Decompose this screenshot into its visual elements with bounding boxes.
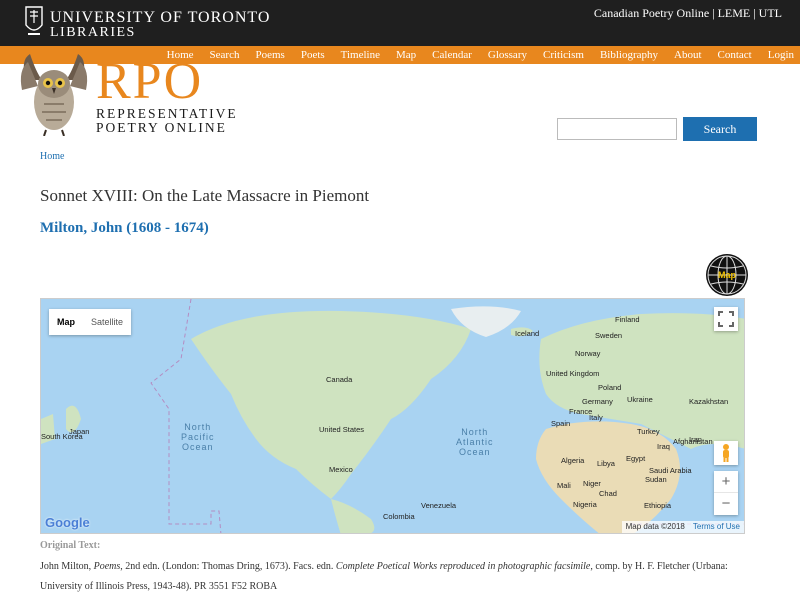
fullscreen-icon (718, 311, 734, 327)
street-view-pegman[interactable] (714, 441, 738, 465)
map-label-libya: Libya (597, 459, 615, 468)
ocean-atlantic-line1: North (461, 427, 489, 437)
map-label-sweden: Sweden (595, 331, 623, 340)
ocean-pacific-line3: Ocean (181, 442, 214, 452)
citation-facsimile-title: Complete Poetical Works reproduced in ph… (335, 561, 591, 572)
original-text-label: Original Text: (40, 540, 101, 551)
ocean-atlantic-line3: Ocean (458, 447, 491, 457)
ocean-pacific-line1: North (184, 422, 212, 432)
citation-part1: John Milton, (40, 561, 94, 572)
nav-item-search[interactable]: Search (210, 48, 240, 62)
university-name[interactable]: UNIVERSITY OF TORONTO LIBRARIES (50, 9, 271, 41)
terms-of-use-link[interactable]: Terms of Use (693, 521, 740, 533)
nav-item-calendar[interactable]: Calendar (432, 48, 472, 62)
ocean-pacific-line2: Pacific (181, 432, 215, 442)
zoom-controls: + − (714, 471, 738, 515)
map-label-germany: Germany (582, 397, 613, 406)
university-crest-icon[interactable] (24, 3, 44, 41)
map-label-iraq: Iraq (657, 442, 670, 451)
ocean-label-pacific: North Pacific Ocean (181, 422, 215, 452)
search-input[interactable] (557, 118, 677, 140)
poem-title: Sonnet XVIII: On the Late Massacre in Pi… (40, 186, 370, 205)
map-label-mexico: Mexico (329, 465, 353, 474)
map-label-norway: Norway (575, 349, 601, 358)
zoom-out-button[interactable]: − (714, 493, 738, 515)
map-label-canada: Canada (326, 375, 353, 384)
map-label-colombia: Colombia (383, 512, 415, 521)
nav-item-timeline[interactable]: Timeline (341, 48, 380, 62)
fullscreen-button[interactable] (714, 307, 738, 331)
map-label-ethiopia: Ethiopia (644, 501, 672, 510)
map-label-niger: Niger (583, 479, 601, 488)
nav-item-map[interactable]: Map (396, 48, 416, 62)
google-logo[interactable]: Google (45, 515, 90, 530)
map-label-ukraine: Ukraine (627, 395, 653, 404)
rpo-subtitle-line1: REPRESENTATIVE (96, 106, 238, 121)
map-label-chad: Chad (599, 489, 617, 498)
rpo-subtitle-line2: POETRY ONLINE (96, 120, 227, 135)
pegman-icon (723, 444, 729, 462)
rpo-logo-subtitle[interactable]: REPRESENTATIVE POETRY ONLINE (96, 107, 238, 135)
nav-list: Home Search Poems Poets Timeline Map Calendar G… (151, 48, 794, 62)
map-label-egypt: Egypt (626, 454, 646, 463)
nav-item-glossary[interactable]: Glossary (488, 48, 527, 62)
globe-map-icon[interactable]: Map (705, 253, 749, 297)
citation-poems-title: Poems (93, 561, 121, 572)
map-label-iceland: Iceland (515, 329, 540, 338)
citation-part3: , 2nd edn. (London: Thomas Dring, 1673).… (120, 561, 336, 572)
ocean-label-atlantic: North Atlantic Ocean (456, 427, 494, 457)
map-label-finland: Finland (615, 315, 640, 324)
search-button[interactable]: Search (683, 117, 757, 141)
nav-item-contact[interactable]: Contact (718, 48, 752, 62)
top-links[interactable]: Canadian Poetry Online | LEME | UTL (594, 6, 782, 21)
map-base-layer[interactable] (41, 299, 745, 534)
breadcrumb-home[interactable]: Home (40, 151, 64, 162)
map-label-mali: Mali (557, 481, 571, 490)
map-label-united-kingdom: United Kingdom (546, 369, 600, 378)
map-label-afghanistan: Afghanistan (673, 437, 713, 446)
zoom-in-button[interactable]: + (714, 471, 738, 493)
nav-item-login[interactable]: Login (768, 48, 794, 62)
map-label-spain: Spain (551, 419, 571, 428)
map-label-sudan: Sudan (645, 475, 667, 484)
map-label-italy: Italy (589, 413, 603, 422)
nav-item-poets[interactable]: Poets (301, 48, 325, 62)
nav-item-about[interactable]: About (674, 48, 702, 62)
globe-map-label: Map (718, 270, 737, 280)
top-links-text[interactable]: Canadian Poetry Online | LEME | UTL (594, 6, 782, 20)
map-type-toggle: Map Satellite (49, 309, 132, 335)
map-label-nigeria: Nigeria (573, 500, 597, 509)
map-label-kazakhstan: Kazakhstan (689, 397, 729, 406)
map-label-south-korea: South Korea (41, 432, 83, 441)
university-name-line2: LIBRARIES (50, 25, 136, 40)
map-attribution: Map data ©2018 Terms of Use (621, 521, 744, 533)
map-label-algeria: Algeria (561, 456, 585, 465)
university-header-bar: UNIVERSITY OF TORONTO LIBRARIES Canadian… (0, 0, 800, 46)
rpo-logo-title[interactable]: RPO (96, 56, 203, 108)
map-type-map-button[interactable]: Map (49, 309, 83, 335)
university-name-line1: UNIVERSITY OF TORONTO (50, 9, 271, 26)
ocean-atlantic-line2: Atlantic (456, 437, 494, 447)
owl-logo-icon[interactable] (18, 50, 90, 136)
original-text-citation: John Milton, Poems, 2nd edn. (London: Th… (40, 557, 740, 597)
nav-item-criticism[interactable]: Criticism (543, 48, 584, 62)
map-label-saudi-arabia: Saudi Arabia (649, 466, 692, 475)
poet-name-link[interactable]: Milton, John (1608 - 1674) (40, 220, 209, 237)
nav-item-bibliography[interactable]: Bibliography (600, 48, 658, 62)
map-label-poland: Poland (598, 383, 622, 392)
map-label-turkey: Turkey (637, 427, 660, 436)
map-widget[interactable]: Finland Iceland Sweden Norway United Kingdom… (40, 298, 745, 534)
map-data-text: Map data ©2018 (625, 522, 685, 531)
map-label-united-states: United States (319, 425, 365, 434)
map-label-venezuela: Venezuela (421, 501, 457, 510)
map-type-satellite-button[interactable]: Satellite (83, 309, 131, 335)
nav-item-poems[interactable]: Poems (255, 48, 284, 62)
